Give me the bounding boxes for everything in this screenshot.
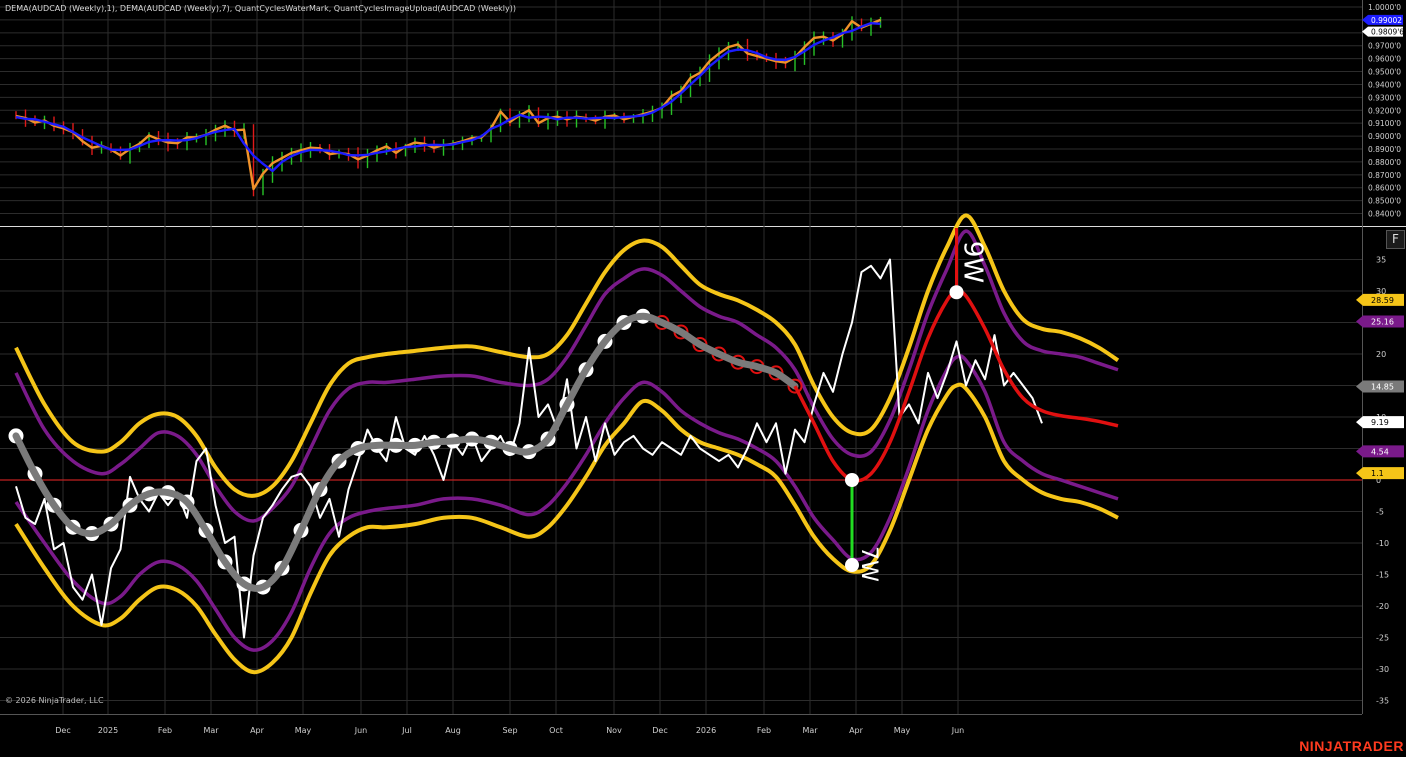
panel-f-button[interactable]: F	[1386, 230, 1405, 249]
value-badge: 9.19	[1356, 416, 1404, 429]
price-tick-label: 0.8900'0	[1368, 145, 1401, 154]
time-tick-label: Jul	[401, 726, 412, 735]
trough-label: 7W	[856, 546, 881, 582]
price-tick-label: 0.9100'0	[1368, 119, 1401, 128]
price-tick-label: 0.9500'0	[1368, 68, 1401, 77]
trough-zero-dot	[845, 473, 859, 487]
time-tick-label: May	[295, 726, 312, 735]
time-tick-label: Sep	[502, 726, 517, 735]
value-badge: 28.59	[1356, 293, 1404, 306]
cycle-tick-label: -15	[1376, 571, 1389, 580]
time-tick-label: Apr	[849, 726, 864, 735]
price-tick-label: 0.8600'0	[1368, 184, 1401, 193]
price-badge-text: 0.99002	[1371, 16, 1402, 25]
band-upper-inner	[14, 229, 1119, 523]
value-badge-text: 28.59	[1371, 296, 1394, 305]
grid-lines	[0, 0, 1406, 715]
time-tick-label: 2026	[696, 726, 716, 735]
axes: Dec 2025 Feb Mar Apr May Jun Jul Aug Sep Oct Nov Dec…	[55, 3, 1404, 735]
value-badge: 4.54	[1356, 445, 1404, 458]
indicator-header: DEMA(AUDCAD (Weekly),1), DEMA(AUDCAD (We…	[5, 4, 517, 13]
value-badge-text: 25.16	[1371, 317, 1394, 326]
cycle-tick-label: 20	[1376, 350, 1386, 359]
copyright-text: © 2026 NinjaTrader, LLC	[5, 696, 104, 705]
time-tick-label: 2025	[98, 726, 118, 735]
cycle-tick-label: 35	[1376, 256, 1386, 265]
price-tick-label: 0.8400'0	[1368, 210, 1401, 219]
value-badge-text: 14.85	[1371, 382, 1394, 391]
value-badge-text: 9.19	[1371, 418, 1389, 427]
cycle-tick-label: -5	[1376, 508, 1384, 517]
time-tick-label: Dec	[55, 726, 70, 735]
value-badge: 14.85	[1356, 380, 1404, 393]
time-tick-label: Oct	[549, 726, 563, 735]
price-tick-label: 1.0000'0	[1368, 3, 1401, 12]
time-tick-label: Mar	[203, 726, 219, 735]
price-tick-label: 0.9300'0	[1368, 93, 1401, 102]
price-tick-label: 0.9600'0	[1368, 55, 1401, 64]
time-tick-label: Jun	[354, 726, 368, 735]
time-tick-label: May	[894, 726, 911, 735]
cycle-tick-label: -25	[1376, 634, 1389, 643]
value-badge-text: 1.1	[1371, 469, 1384, 478]
price-tick-label: 0.8700'0	[1368, 171, 1401, 180]
cycle-tick-label: -35	[1376, 697, 1389, 706]
cycle-tick-label: -20	[1376, 602, 1389, 611]
price-tick-label: 0.9400'0	[1368, 80, 1401, 89]
price-panel	[15, 16, 882, 197]
value-badge: 1.1	[1356, 467, 1404, 480]
price-badge: 0.99002	[1362, 14, 1403, 25]
cycle-tick-label: -10	[1376, 539, 1389, 548]
time-tick-label: Feb	[757, 726, 771, 735]
price-badge: 0.9809'6	[1362, 26, 1404, 37]
price-badge-text: 0.9809'6	[1371, 28, 1404, 37]
time-tick-label: Nov	[606, 726, 622, 735]
value-badge: 25.16	[1356, 315, 1404, 328]
peak-label: 9W	[958, 241, 988, 283]
time-tick-label: Mar	[802, 726, 818, 735]
brand-logo: NINJATRADER	[1299, 738, 1404, 754]
price-tick-label: 0.8800'0	[1368, 158, 1401, 167]
time-tick-label: Apr	[250, 726, 265, 735]
price-tick-label: 0.9200'0	[1368, 106, 1401, 115]
price-tick-label: 0.9700'0	[1368, 42, 1401, 51]
time-tick-label: Dec	[652, 726, 667, 735]
value-badge-text: 4.54	[1371, 447, 1389, 456]
price-tick-label: 0.9000'0	[1368, 132, 1401, 141]
band-lower-outer	[14, 382, 1119, 675]
price-tick-label: 0.8500'0	[1368, 197, 1401, 206]
time-tick-label: Jun	[951, 726, 965, 735]
cycle-panel: 9W 7W	[0, 213, 1362, 675]
chart-canvas: 9W 7W Dec 2025 Feb Mar Apr May Jun Jul Aug Sep Oct N…	[0, 0, 1406, 735]
time-tick-label: Feb	[158, 726, 172, 735]
time-tick-label: Aug	[445, 726, 461, 735]
cycle-tick-label: -30	[1376, 665, 1389, 674]
peak-marker-dot	[949, 285, 964, 300]
